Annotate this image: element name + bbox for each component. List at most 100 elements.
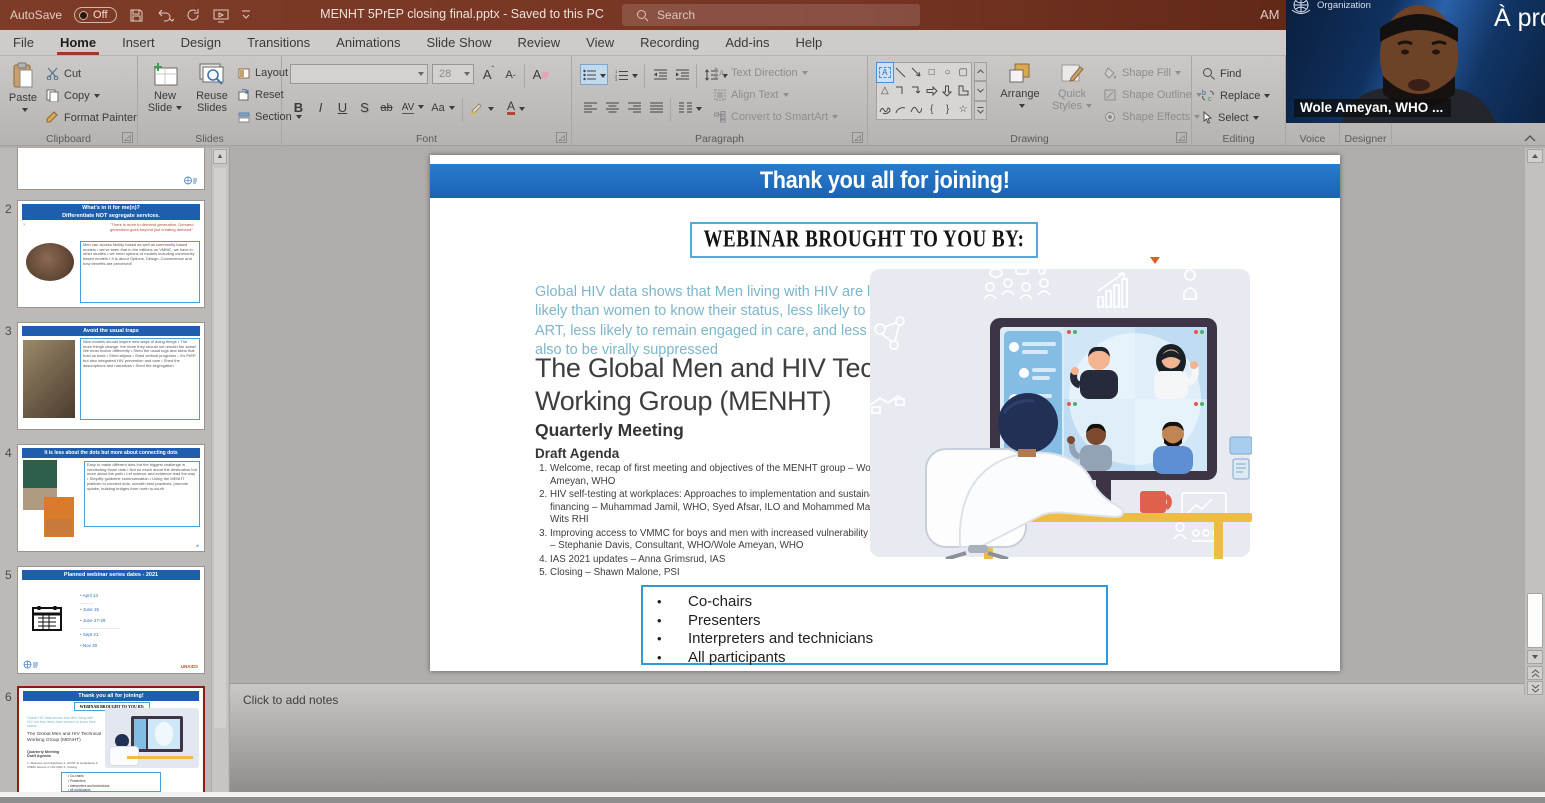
paragraph-dialog-launcher[interactable]: ◿ xyxy=(852,132,863,143)
thumbnail-slide-3[interactable]: Avoid the usual traps New models should … xyxy=(17,322,205,430)
tab-home[interactable]: Home xyxy=(47,30,109,55)
account-initials-badge[interactable]: AM xyxy=(1260,7,1280,22)
convert-smartart-button[interactable]: Convert to SmartArt xyxy=(714,111,838,123)
shape-block-arrow-right[interactable] xyxy=(924,82,940,101)
shape-star[interactable]: ☆ xyxy=(955,100,971,119)
format-painter-button[interactable]: Format Painter xyxy=(46,111,137,124)
align-left-button[interactable] xyxy=(580,97,601,118)
notes-placeholder[interactable]: Click to add notes xyxy=(243,693,338,707)
thumbnail-slide-2[interactable]: What's in it for me(n)? Differentiate NO… xyxy=(17,200,205,308)
search-box[interactable]: Search xyxy=(622,4,920,26)
shape-corner[interactable] xyxy=(955,82,971,101)
cut-button[interactable]: Cut xyxy=(46,67,81,80)
slide-subheading[interactable]: Quarterly Meeting xyxy=(535,420,684,441)
shape-arrow-line[interactable] xyxy=(908,63,924,82)
text-shadow-button[interactable]: S xyxy=(354,97,375,118)
next-slide-icon[interactable] xyxy=(1527,681,1543,695)
webinar-banner-box[interactable]: WEBINAR BROUGHT TO YOU BY: xyxy=(690,222,1038,258)
shape-scribble[interactable] xyxy=(877,100,893,119)
shape-elbow-arrow[interactable] xyxy=(908,82,924,101)
shape-fill-button[interactable]: Shape Fill xyxy=(1104,67,1181,79)
tab-insert[interactable]: Insert xyxy=(109,30,168,55)
shape-rounded-rectangle[interactable]: ▢ xyxy=(955,63,971,82)
shape-rectangle[interactable]: □ xyxy=(924,63,940,82)
thumbnail-slide-6-selected[interactable]: Thank you all for joining! WEBINAR BROUG… xyxy=(17,686,205,792)
shape-triangle[interactable]: △ xyxy=(877,82,893,101)
shapes-gallery[interactable]: A □ ○ ▢ △ { } ☆ xyxy=(876,62,972,120)
font-dialog-launcher[interactable]: ◿ xyxy=(556,132,567,143)
shape-elbow[interactable] xyxy=(893,82,909,101)
align-right-button[interactable] xyxy=(624,97,645,118)
undo-icon[interactable] xyxy=(156,8,174,23)
shape-arc[interactable] xyxy=(893,100,909,119)
collapse-ribbon-icon[interactable] xyxy=(1524,134,1540,146)
save-icon[interactable] xyxy=(129,8,144,23)
gallery-up-icon[interactable] xyxy=(974,62,987,81)
select-button[interactable]: Select xyxy=(1202,111,1259,124)
shape-block-arrow-down[interactable] xyxy=(940,82,956,101)
change-case-button[interactable]: Aa xyxy=(430,97,456,118)
agenda-title[interactable]: Draft Agenda xyxy=(535,446,619,461)
scroll-down-icon[interactable] xyxy=(1527,650,1543,664)
thumbnail-slide-5[interactable]: Planned webinar series dates - 2021 • Ap… xyxy=(17,566,205,674)
customize-qat-icon[interactable] xyxy=(241,9,251,21)
tab-file[interactable]: File xyxy=(0,30,47,55)
drawing-dialog-launcher[interactable]: ◿ xyxy=(1176,132,1187,143)
tab-view[interactable]: View xyxy=(573,30,627,55)
numbering-button[interactable]: 123 xyxy=(612,64,640,85)
reuse-slides-button[interactable]: Reuse Slides xyxy=(190,62,234,114)
shape-textbox[interactable]: A xyxy=(877,63,893,82)
align-center-button[interactable] xyxy=(602,97,623,118)
justify-button[interactable] xyxy=(646,97,667,118)
tab-review[interactable]: Review xyxy=(505,30,574,55)
notes-pane[interactable]: Click to add notes xyxy=(230,683,1545,792)
autosave-toggle[interactable]: Off xyxy=(74,7,116,23)
gallery-down-icon[interactable] xyxy=(974,81,987,100)
tab-help[interactable]: Help xyxy=(782,30,835,55)
agenda-list[interactable]: Welcome, recap of first meeting and obje… xyxy=(535,463,900,581)
thumbnail-scroll-up-icon[interactable]: ▲ xyxy=(213,149,227,164)
replace-button[interactable]: bc Replace xyxy=(1202,89,1270,102)
strikethrough-button[interactable]: ab xyxy=(376,97,397,118)
shape-effects-button[interactable]: Shape Effects xyxy=(1104,111,1200,123)
copy-button[interactable]: Copy xyxy=(46,89,100,102)
paste-button[interactable]: Paste xyxy=(6,62,40,116)
slide-canvas[interactable]: Thank you all for joining! WEBINAR BROUG… xyxy=(430,155,1340,671)
decrease-indent-button[interactable] xyxy=(650,64,671,85)
text-direction-button[interactable]: A Text Direction xyxy=(714,67,808,79)
shape-line[interactable] xyxy=(893,63,909,82)
intro-paragraph[interactable]: Global HIV data shows that Men living wi… xyxy=(535,283,925,360)
shape-curve[interactable] xyxy=(908,100,924,119)
font-size-combo[interactable]: 28 xyxy=(432,64,474,84)
scroll-up-icon[interactable] xyxy=(1527,149,1543,163)
quick-styles-button[interactable]: Quick Styles xyxy=(1048,62,1096,112)
thanks-list-box[interactable]: Co-chairs Presenters Interpreters and te… xyxy=(641,585,1108,665)
arrange-button[interactable]: Arrange xyxy=(996,62,1044,112)
tab-slideshow[interactable]: Slide Show xyxy=(413,30,504,55)
new-slide-button[interactable]: New Slide xyxy=(144,62,186,114)
previous-slide-icon[interactable] xyxy=(1527,666,1543,680)
clipboard-dialog-launcher[interactable]: ◿ xyxy=(122,132,133,143)
columns-button[interactable] xyxy=(676,97,704,118)
thumbnail-slide-1[interactable] xyxy=(17,148,205,190)
shapes-gallery-scroll[interactable] xyxy=(974,62,987,120)
bold-button[interactable]: B xyxy=(288,97,309,118)
gallery-more-icon[interactable] xyxy=(974,101,987,120)
tab-transitions[interactable]: Transitions xyxy=(234,30,323,55)
thumbnail-slide-4[interactable]: It is less about the dots but more about… xyxy=(17,444,205,552)
italic-button[interactable]: I xyxy=(310,97,331,118)
redo-icon[interactable] xyxy=(186,8,201,23)
reset-button[interactable]: Reset xyxy=(238,89,284,101)
clear-formatting-button[interactable]: A xyxy=(530,64,551,85)
shape-brace-right[interactable]: } xyxy=(940,100,956,119)
increase-indent-button[interactable] xyxy=(672,64,693,85)
start-presentation-icon[interactable] xyxy=(213,8,229,23)
shape-oval[interactable]: ○ xyxy=(940,63,956,82)
thumbnail-scrollbar-thumb[interactable] xyxy=(214,168,226,728)
character-spacing-button[interactable]: AV xyxy=(400,97,426,118)
shape-brace-left[interactable]: { xyxy=(924,100,940,119)
tab-design[interactable]: Design xyxy=(168,30,234,55)
find-button[interactable]: Find xyxy=(1202,67,1241,80)
shrink-font-button[interactable]: Aˇ xyxy=(500,64,521,85)
tab-addins[interactable]: Add-ins xyxy=(712,30,782,55)
